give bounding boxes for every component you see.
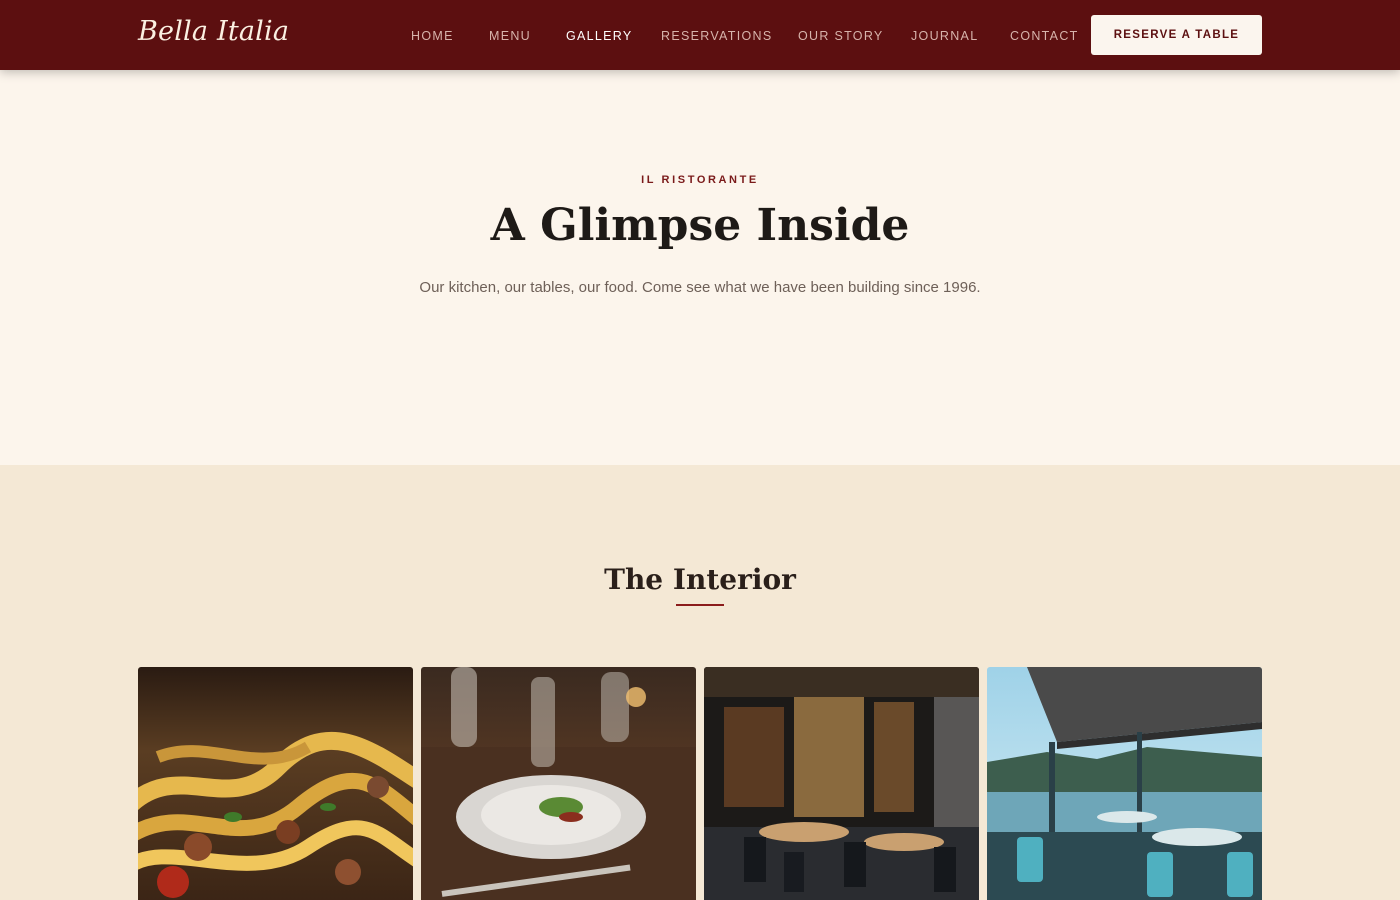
nav-journal[interactable]: JOURNAL bbox=[911, 29, 978, 43]
nav-home[interactable]: HOME bbox=[411, 29, 454, 43]
section-title: The Interior bbox=[604, 563, 796, 596]
gallery-photo-terrace[interactable] bbox=[987, 667, 1262, 900]
site-header: Bella Italia HOME MENU GALLERY RESERVATI… bbox=[0, 0, 1400, 70]
gallery-photo-pasta[interactable] bbox=[138, 667, 413, 900]
nav-our-story[interactable]: OUR STORY bbox=[798, 29, 884, 43]
nav-contact[interactable]: CONTACT bbox=[1010, 29, 1079, 43]
nav-reservations[interactable]: RESERVATIONS bbox=[661, 29, 772, 43]
nav-menu[interactable]: MENU bbox=[489, 29, 531, 43]
nav-gallery[interactable]: GALLERY bbox=[566, 29, 633, 43]
hero-subtitle: Our kitchen, our tables, our food. Come … bbox=[419, 279, 981, 296]
page-title: A Glimpse Inside bbox=[490, 200, 910, 251]
hero-eyebrow: IL RISTORANTE bbox=[641, 174, 759, 186]
gallery-photo-dining-room[interactable] bbox=[704, 667, 979, 900]
title-divider bbox=[676, 604, 724, 606]
gallery-photo-table[interactable] bbox=[421, 667, 696, 900]
interior-section: The Interior bbox=[0, 465, 1400, 900]
brand-logo[interactable]: Bella Italia bbox=[138, 16, 289, 47]
hero-section: IL RISTORANTE A Glimpse Inside Our kitch… bbox=[0, 70, 1400, 465]
reserve-table-button[interactable]: RESERVE A TABLE bbox=[1091, 15, 1262, 55]
